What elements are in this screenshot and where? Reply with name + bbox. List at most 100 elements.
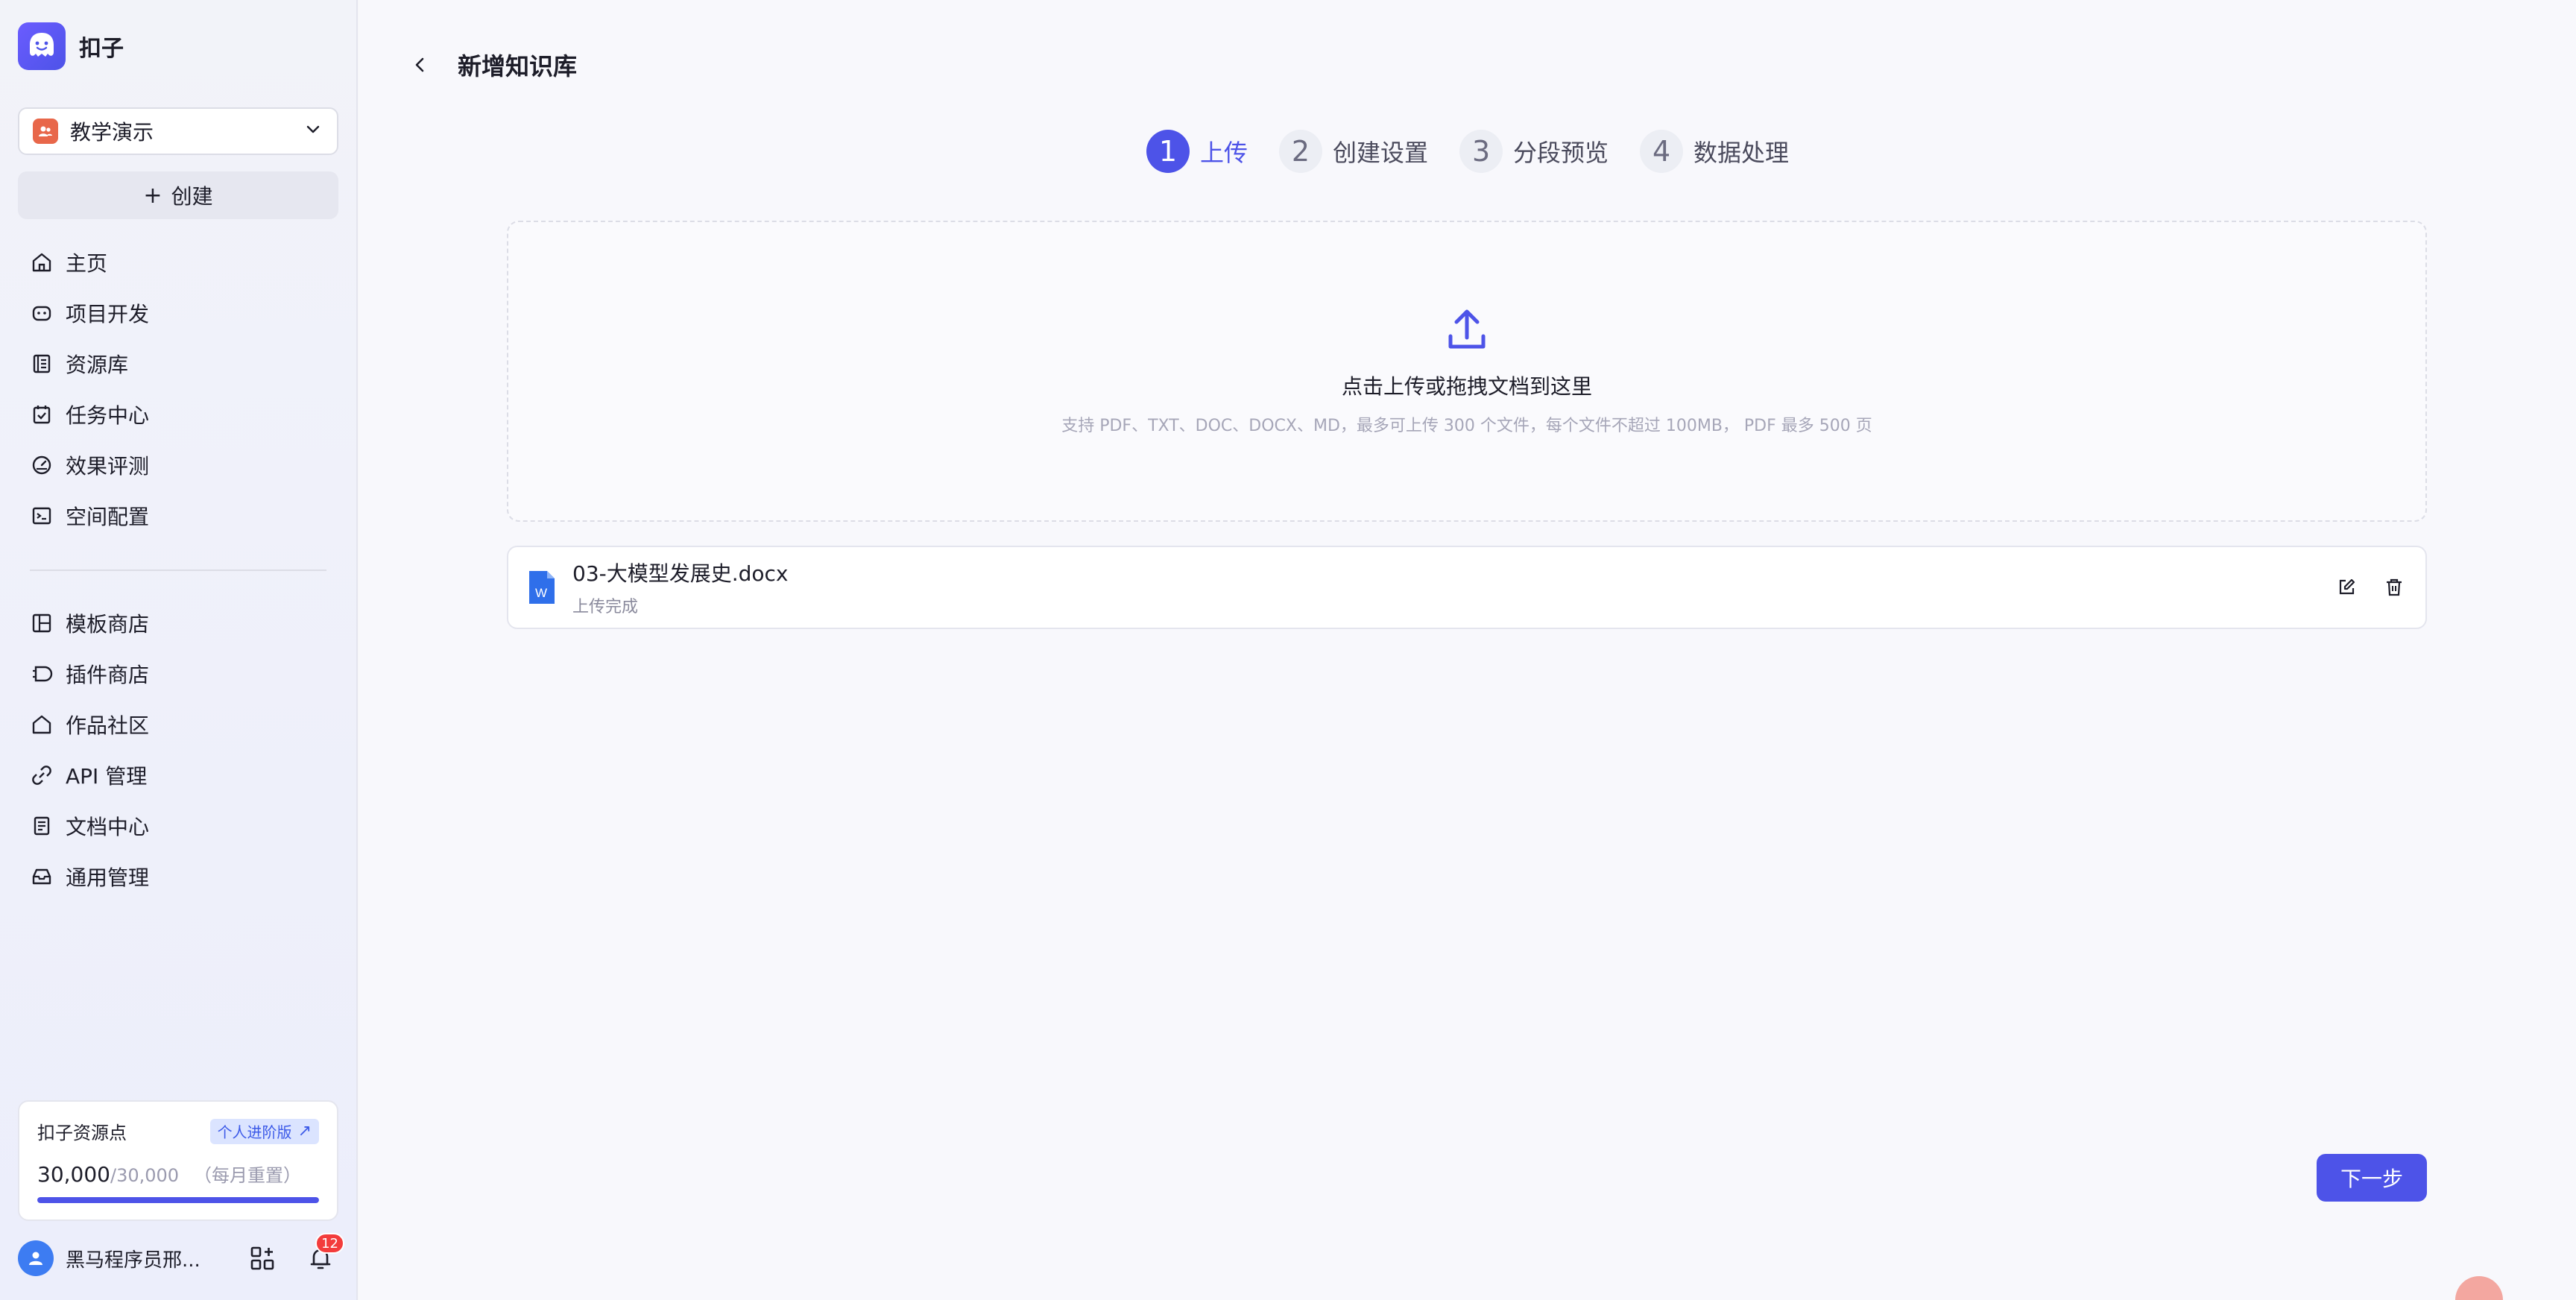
create-button[interactable]: + 创建 — [18, 171, 338, 219]
word-glyph: W — [535, 586, 547, 600]
nav-item-docs[interactable]: 文档中心 — [18, 801, 338, 851]
step-label: 上传 — [1200, 139, 1248, 167]
nav-item-space-config[interactable]: 空间配置 — [18, 490, 338, 541]
step-number: 2 — [1279, 130, 1323, 173]
page-title: 新增知识库 — [458, 52, 578, 81]
edit-file-button[interactable] — [2333, 574, 2360, 601]
trash-icon — [2387, 578, 2402, 596]
robot-icon — [32, 306, 51, 321]
points-title: 扣子资源点 — [37, 1123, 127, 1143]
nav-label: 空间配置 — [66, 505, 150, 529]
uploaded-file-row: W 03-大模型发展史.docx 上传完成 — [507, 546, 2427, 629]
nav-item-general-settings[interactable]: 通用管理 — [18, 851, 338, 902]
template-icon — [32, 613, 51, 633]
apps-icon[interactable] — [244, 1240, 280, 1276]
nav-label: 模板商店 — [66, 612, 150, 637]
sidebar: 扣子 教学演示 + 创建 主页 项目开发 资源库 任务中心 效果评测 空间配置 … — [0, 0, 358, 1300]
upload-icon — [1448, 309, 1486, 349]
next-step-label: 下一步 — [2340, 1167, 2403, 1191]
next-step-button[interactable]: 下一步 — [2317, 1154, 2427, 1202]
gauge-icon — [32, 455, 51, 475]
step-number: 3 — [1459, 130, 1503, 173]
stepper: 1 上传 2 创建设置 3 分段预览 4 数据处理 — [1146, 130, 1820, 173]
step-label: 数据处理 — [1693, 139, 1790, 167]
assistant-float-avatar[interactable] — [2455, 1276, 2503, 1300]
nav-item-template-store[interactable]: 模板商店 — [18, 598, 338, 649]
nav-divider — [30, 569, 326, 571]
nav-item-home[interactable]: 主页 — [18, 237, 338, 288]
nav-item-api-management[interactable]: API 管理 — [18, 750, 338, 801]
chevron-down-icon — [303, 119, 323, 143]
back-button[interactable] — [404, 48, 437, 81]
main-content: 新增知识库 1 上传 2 创建设置 3 分段预览 4 数据处理 点击上传或拖拽文… — [359, 0, 2576, 1300]
nav-label: 资源库 — [66, 353, 129, 377]
word-file-icon: W — [529, 571, 555, 604]
points-value: 30,000 — [37, 1162, 110, 1187]
nav-label: 任务中心 — [66, 403, 150, 428]
upload-dropzone[interactable]: 点击上传或拖拽文档到这里 支持 PDF、TXT、DOC、DOCX、MD，最多可上… — [507, 221, 2427, 522]
nav-label: 效果评测 — [66, 454, 150, 479]
step-data-processing: 4 数据处理 — [1640, 130, 1789, 173]
step-label: 分段预览 — [1513, 139, 1609, 167]
nav-label: API 管理 — [66, 764, 148, 789]
nav-item-plugin-store[interactable]: 插件商店 — [18, 649, 338, 699]
delete-file-button[interactable] — [2381, 574, 2408, 601]
user-row: 黑马程序员邢... 12 — [18, 1233, 344, 1279]
nav-label: 插件商店 — [66, 663, 150, 687]
terminal-icon — [32, 507, 51, 525]
secondary-nav: 模板商店 插件商店 作品社区 API 管理 文档中心 通用管理 — [18, 598, 338, 902]
nav-label: 主页 — [66, 251, 108, 276]
team-space-icon — [33, 119, 58, 144]
step-upload: 1 上传 — [1146, 130, 1248, 173]
resource-points-card[interactable]: 扣子资源点 个人进阶版 ↗ 30,000 /30,000 （每月重置） — [18, 1100, 338, 1221]
library-icon — [33, 354, 51, 373]
file-name: 03-大模型发展史.docx — [572, 561, 789, 586]
points-note: （每月重置） — [194, 1165, 302, 1186]
plan-tag-label: 个人进阶版 — [217, 1123, 292, 1141]
avatar[interactable] — [18, 1240, 54, 1276]
plus-icon: + — [143, 182, 162, 209]
space-selector[interactable]: 教学演示 — [18, 107, 338, 155]
user-name[interactable]: 黑马程序员邢... — [66, 1245, 215, 1272]
nav-item-community[interactable]: 作品社区 — [18, 699, 338, 750]
brand-name: 扣子 — [79, 36, 124, 62]
primary-nav: 主页 项目开发 资源库 任务中心 效果评测 空间配置 — [18, 237, 338, 541]
nav-item-library[interactable]: 资源库 — [18, 338, 338, 389]
nav-label: 文档中心 — [66, 815, 150, 839]
upload-title: 点击上传或拖拽文档到这里 — [1341, 374, 1592, 399]
step-create-settings: 2 创建设置 — [1279, 130, 1428, 173]
page-header: 新增知识库 — [404, 48, 577, 82]
chevron-left-icon — [415, 57, 424, 72]
task-icon — [33, 406, 51, 424]
plan-tag[interactable]: 个人进阶版 ↗ — [209, 1118, 319, 1144]
points-progress-bar — [37, 1197, 319, 1203]
step-label: 创建设置 — [1333, 139, 1429, 167]
home-icon — [32, 253, 51, 272]
upgrade-icon: ↗ — [297, 1122, 312, 1140]
file-status: 上传完成 — [572, 598, 639, 616]
nav-label: 作品社区 — [66, 713, 150, 738]
coze-logo-icon — [18, 22, 66, 70]
points-progress-fill — [37, 1197, 319, 1203]
nav-item-projects[interactable]: 项目开发 — [18, 288, 338, 338]
step-segment-preview: 3 分段预览 — [1459, 130, 1609, 173]
plugin-icon — [33, 666, 53, 682]
brand[interactable]: 扣子 — [18, 22, 124, 70]
api-icon — [32, 766, 51, 785]
nav-label: 通用管理 — [66, 865, 150, 890]
community-icon — [32, 715, 51, 734]
step-number: 4 — [1640, 130, 1684, 173]
notification-count-badge: 12 — [315, 1233, 344, 1254]
nav-label: 项目开发 — [66, 302, 150, 326]
create-label: 创建 — [171, 184, 213, 209]
upload-hint: 支持 PDF、TXT、DOC、DOCX、MD，最多可上传 300 个文件，每个文… — [1061, 417, 1872, 435]
nav-item-evaluation[interactable]: 效果评测 — [18, 440, 338, 490]
space-name: 教学演示 — [70, 120, 154, 145]
document-icon — [34, 816, 50, 836]
inbox-icon — [32, 868, 51, 885]
step-number: 1 — [1146, 130, 1190, 173]
notification-bell-icon[interactable]: 12 — [303, 1233, 344, 1276]
nav-item-tasks[interactable]: 任务中心 — [18, 389, 338, 440]
edit-icon — [2339, 578, 2355, 595]
points-max: /30,000 — [110, 1165, 180, 1186]
